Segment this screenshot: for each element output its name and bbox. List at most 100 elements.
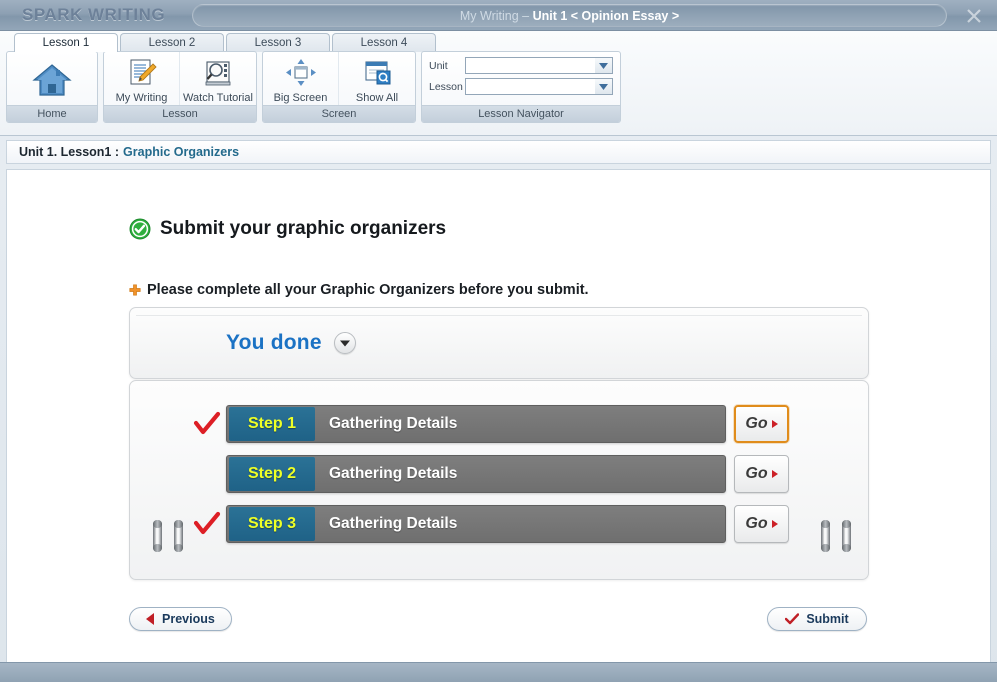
windows-search-icon-wrap: [361, 57, 393, 90]
window-title-unit: Unit 1 < Opinion Essay >: [532, 8, 680, 23]
tab-lesson-3[interactable]: Lesson 3: [226, 33, 330, 52]
expand-arrows-icon-wrap: [284, 57, 318, 90]
home-icon: [32, 64, 72, 96]
chevron-down-circle-icon: [339, 340, 350, 346]
red-check-icon: [193, 511, 221, 535]
navigator-unit-label: Unit: [429, 59, 448, 72]
step-2-title: Gathering Details: [329, 465, 458, 482]
step-2-badge: Step 2: [229, 457, 315, 491]
application-window: SPARK WRITING My Writing – Unit 1 < Opin…: [0, 0, 997, 682]
document-pencil-icon-wrap: [126, 57, 158, 90]
my-writing-button[interactable]: My Writing: [104, 52, 180, 105]
filmstrip-magnifier-icon-wrap: [202, 57, 234, 90]
step-3-badge: Step 3: [229, 507, 315, 541]
navigator-unit-chevron[interactable]: [595, 58, 612, 73]
step-1-title: Gathering Details: [329, 415, 458, 432]
lesson-tabs: Lesson 1 Lesson 2 Lesson 3 Lesson 4: [0, 31, 997, 52]
step-1-go-button[interactable]: Go: [734, 405, 789, 443]
navigator-unit-row: Unit: [429, 57, 613, 74]
ribbon-group-navigator-label: Lesson Navigator: [422, 105, 620, 122]
document-pencil-icon: [130, 59, 157, 85]
submit-button[interactable]: Submit: [767, 607, 867, 631]
steps-panel: Step 1 Gathering Details Go Step 2 Gathe…: [129, 380, 869, 580]
step-1-badge: Step 1: [229, 407, 315, 441]
ribbon-group-home-label: Home: [7, 105, 97, 122]
step-row: Step 2 Gathering Details Go: [188, 455, 789, 493]
step-3-title: Gathering Details: [329, 515, 458, 532]
previous-button[interactable]: Previous: [129, 607, 232, 631]
window-title-lead: My Writing –: [459, 8, 533, 23]
ribbon-body: Home My Writing Watch Tutorial Lesson Bi…: [0, 51, 997, 134]
navigator-lesson-label: Lesson: [429, 80, 463, 93]
tab-lesson-1[interactable]: Lesson 1: [14, 33, 118, 52]
navigator-unit-select[interactable]: [465, 57, 613, 74]
submit-label: Submit: [806, 612, 849, 626]
step-1-go-label: Go: [745, 415, 768, 432]
navigator-lesson-chevron[interactable]: [595, 79, 612, 94]
home-button[interactable]: [7, 52, 97, 105]
content-wrap: Submit your graphic organizers Please co…: [0, 164, 997, 667]
step-3-go-button[interactable]: Go: [734, 505, 789, 543]
step-3-bar[interactable]: Step 3 Gathering Details: [226, 505, 726, 543]
step-1-bar[interactable]: Step 1 Gathering Details: [226, 405, 726, 443]
breadcrumb: Unit 1. Lesson1 : Graphic Organizers: [6, 140, 991, 164]
binder-rings-right: [821, 520, 851, 552]
big-screen-label: Big Screen: [273, 91, 328, 104]
orange-plus-icon-wrap: [129, 284, 141, 296]
instruction-note-text: Please complete all your Graphic Organiz…: [147, 282, 589, 298]
breadcrumb-current[interactable]: Graphic Organizers: [123, 145, 239, 159]
chevron-left-icon: [146, 613, 154, 625]
ribbon: Lesson 1 Lesson 2 Lesson 3 Lesson 4 Home…: [0, 31, 997, 136]
go-arrow-icon: [771, 470, 778, 478]
title-bar: SPARK WRITING My Writing – Unit 1 < Opin…: [0, 0, 997, 31]
content-panel: Submit your graphic organizers Please co…: [6, 169, 991, 667]
show-all-label: Show All: [355, 91, 399, 104]
expand-arrows-icon: [285, 59, 316, 86]
ribbon-group-lesson-items: My Writing Watch Tutorial: [104, 52, 256, 105]
show-all-button[interactable]: Show All: [339, 52, 415, 105]
chevron-down-icon: [599, 62, 608, 69]
window-title-pill: My Writing – Unit 1 < Opinion Essay >: [192, 4, 947, 27]
breadcrumb-wrap: Unit 1. Lesson1 : Graphic Organizers: [0, 136, 997, 164]
binder-ring: [153, 520, 162, 552]
ribbon-group-navigator: Unit Lesson Lesson Navigator: [421, 51, 621, 123]
green-check-circle-icon: [129, 218, 151, 240]
binder-ring: [174, 520, 183, 552]
chevron-down-icon: [599, 83, 608, 90]
step-2-go-label: Go: [745, 465, 768, 482]
check-icon: [785, 613, 800, 625]
close-icon: [967, 8, 981, 23]
tab-lesson-4[interactable]: Lesson 4: [332, 33, 436, 52]
panel-title: You done: [226, 331, 322, 354]
page-title-row: Submit your graphic organizers: [129, 218, 446, 240]
close-button[interactable]: [961, 3, 987, 28]
navigator-lesson-select[interactable]: [465, 78, 613, 95]
ribbon-group-home: Home: [6, 51, 98, 123]
big-screen-button[interactable]: Big Screen: [263, 52, 339, 105]
binder-ring: [842, 520, 851, 552]
ribbon-group-lesson: My Writing Watch Tutorial Lesson: [103, 51, 257, 123]
my-writing-label: My Writing: [115, 91, 168, 104]
previous-label: Previous: [162, 612, 215, 626]
window-footer: [0, 662, 997, 682]
step-2-go-button[interactable]: Go: [734, 455, 789, 493]
tab-lesson-2[interactable]: Lesson 2: [120, 33, 224, 52]
home-icon-wrap: [31, 56, 73, 104]
ribbon-group-screen-items: Big Screen Show All: [263, 52, 415, 105]
step-2-bar[interactable]: Step 2 Gathering Details: [226, 455, 726, 493]
watch-tutorial-button[interactable]: Watch Tutorial: [180, 52, 256, 105]
navigator-rows: Unit Lesson: [422, 52, 620, 105]
panel-toggle-button[interactable]: [333, 332, 356, 354]
ribbon-group-lesson-label: Lesson: [104, 105, 256, 122]
step-3-check: [188, 511, 226, 537]
ribbon-group-screen-label: Screen: [263, 105, 415, 122]
go-arrow-icon: [771, 420, 778, 428]
window-title: My Writing – Unit 1 < Opinion Essay >: [460, 9, 679, 23]
page-title: Submit your graphic organizers: [160, 218, 447, 239]
step-row: Step 1 Gathering Details Go: [188, 405, 789, 443]
steps-list: Step 1 Gathering Details Go Step 2 Gathe…: [188, 405, 789, 555]
navigator-lesson-row: Lesson: [429, 78, 613, 95]
panel-header: You done: [129, 307, 869, 379]
panel-header-divider: [136, 315, 862, 316]
instruction-note: Please complete all your Graphic Organiz…: [129, 282, 589, 298]
